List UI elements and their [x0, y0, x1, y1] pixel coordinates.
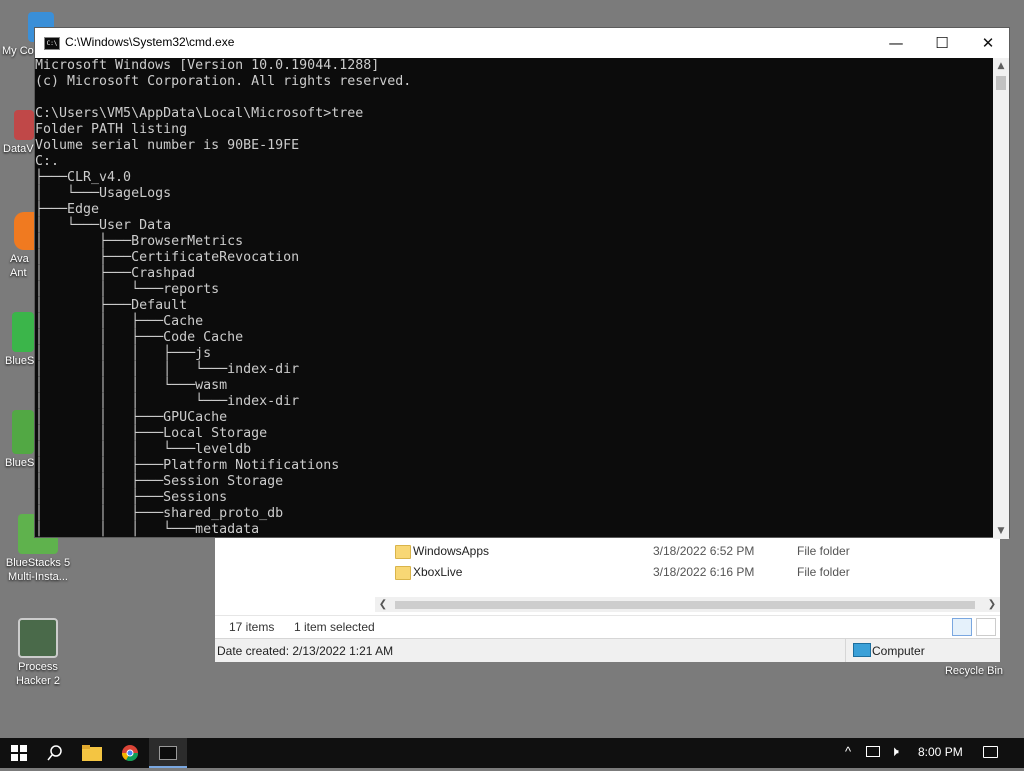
- chrome-taskbar-button[interactable]: [111, 738, 149, 768]
- console-output[interactable]: Microsoft Windows [Version 10.0.19044.12…: [35, 58, 995, 539]
- list-item[interactable]: WindowsApps 3/18/2022 6:52 PM File folde…: [215, 541, 1000, 561]
- cmd-taskbar-button[interactable]: [149, 738, 187, 768]
- notifications-icon[interactable]: [983, 746, 998, 758]
- list-item[interactable]: XboxLive 3/18/2022 6:16 PM File folder: [215, 562, 1000, 582]
- scroll-right-icon[interactable]: ❯: [984, 597, 1000, 612]
- maximize-button[interactable]: ☐: [919, 28, 965, 58]
- desktop-icon-recycle-bin[interactable]: Recycle Bin: [938, 664, 1010, 678]
- divider: [845, 639, 846, 662]
- details-bar: Date created: 2/13/2022 1:21 AM Computer: [215, 638, 1000, 662]
- desktop-icon-label: Recycle Bin: [944, 665, 1004, 677]
- file-date: 3/18/2022 6:16 PM: [653, 565, 755, 579]
- search-button[interactable]: [36, 738, 74, 768]
- network-icon[interactable]: [866, 746, 880, 757]
- minimize-button[interactable]: —: [873, 28, 919, 58]
- avast-icon: [14, 212, 34, 250]
- details-view-button[interactable]: [952, 618, 972, 636]
- folder-icon: [82, 745, 102, 761]
- large-icons-view-button[interactable]: [976, 618, 996, 636]
- desktop-icon-process-hacker[interactable]: Process Hacker 2: [2, 618, 74, 688]
- status-bar: 17 items 1 item selected: [215, 615, 1000, 638]
- vertical-scrollbar[interactable]: ▲ ▼: [993, 58, 1009, 539]
- folder-icon: [395, 566, 411, 580]
- show-hidden-icons-button[interactable]: ^: [845, 744, 851, 759]
- scroll-up-icon[interactable]: ▲: [993, 58, 1009, 74]
- scrollbar-thumb[interactable]: [395, 601, 975, 609]
- cmd-icon: [159, 746, 177, 760]
- window-title: C:\Windows\System32\cmd.exe: [65, 35, 235, 49]
- file-name: WindowsApps: [413, 544, 490, 558]
- file-type: File folder: [797, 544, 850, 558]
- cmd-window[interactable]: C:\ C:\Windows\System32\cmd.exe — ☐ ✕ Mi…: [34, 27, 1010, 539]
- location-label: Computer: [872, 644, 925, 658]
- scrollbar-thumb[interactable]: [996, 76, 1006, 90]
- process-hacker-icon: [18, 618, 58, 658]
- file-date: 3/18/2022 6:52 PM: [653, 544, 755, 558]
- scroll-left-icon[interactable]: ❮: [375, 597, 391, 612]
- file-explorer-window: WindowsApps 3/18/2022 6:52 PM File folde…: [215, 537, 1000, 662]
- chrome-icon: [121, 745, 139, 762]
- app-icon: [14, 110, 34, 140]
- computer-icon: [853, 643, 871, 657]
- item-count: 17 items: [229, 620, 275, 634]
- date-created: Date created: 2/13/2022 1:21 AM: [217, 644, 394, 658]
- console-text: Microsoft Windows [Version 10.0.19044.12…: [35, 58, 412, 537]
- desktop-icon-label: Process Hacker 2: [15, 661, 61, 687]
- scroll-down-icon[interactable]: ▼: [993, 523, 1009, 539]
- file-explorer-taskbar-button[interactable]: [73, 738, 111, 768]
- horizontal-scrollbar[interactable]: ❮ ❯: [375, 597, 1000, 612]
- file-type: File folder: [797, 565, 850, 579]
- start-button[interactable]: [0, 738, 38, 768]
- selected-count: 1 item selected: [294, 620, 375, 634]
- search-icon: [47, 745, 62, 761]
- close-button[interactable]: ✕: [965, 28, 1011, 58]
- file-name: XboxLive: [413, 565, 463, 579]
- folder-icon: [395, 545, 411, 559]
- title-bar[interactable]: C:\ C:\Windows\System32\cmd.exe — ☐ ✕: [35, 28, 1009, 58]
- windows-logo-icon: [11, 745, 27, 761]
- taskbar: ^ 🕨 8:00 PM: [0, 738, 1024, 768]
- desktop-icon-label: BlueStacks 5 Multi-Insta...: [5, 557, 71, 583]
- volume-icon[interactable]: 🕨: [890, 743, 899, 760]
- bluestacks-icon: [12, 312, 34, 352]
- cmd-icon: C:\: [44, 37, 60, 50]
- bluestacks-icon: [12, 410, 34, 454]
- desktop-icon-label: Ava Ant: [10, 253, 29, 279]
- clock[interactable]: 8:00 PM: [918, 745, 963, 759]
